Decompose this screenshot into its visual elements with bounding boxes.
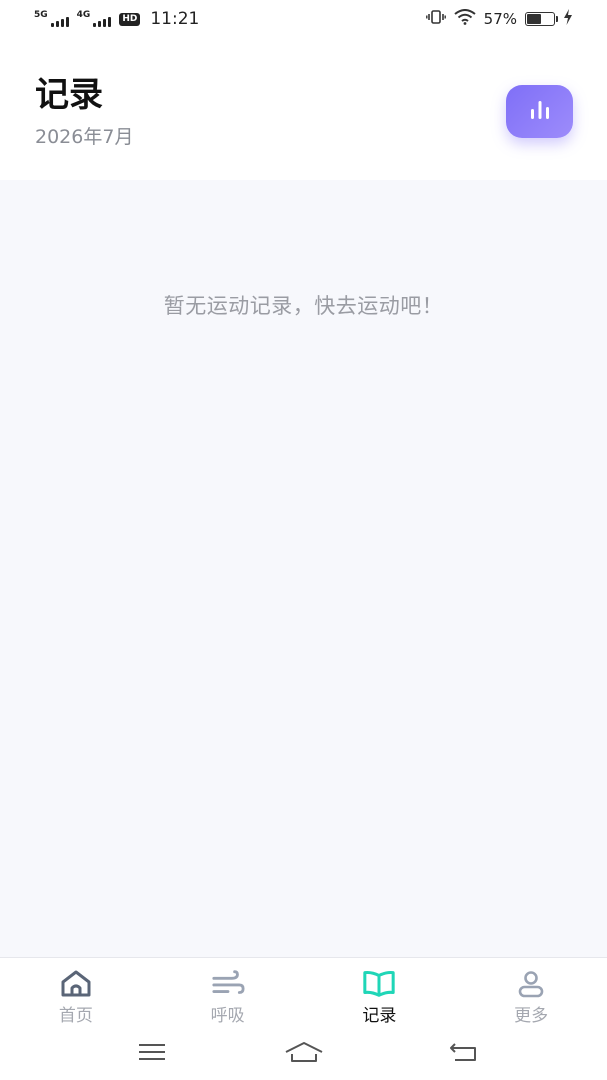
book-icon — [362, 969, 396, 999]
battery-fill — [527, 14, 541, 24]
nav-label-more: 更多 — [514, 1006, 549, 1026]
status-bar: 5G 4G HD 11:21 57% — [0, 0, 607, 38]
stats-button[interactable] — [506, 85, 573, 138]
battery-icon — [525, 12, 558, 26]
wifi-icon — [454, 9, 476, 29]
signal-4g-label: 4G — [76, 10, 91, 20]
home-gesture-icon[interactable] — [284, 1038, 324, 1066]
empty-state-message: 暂无运动记录，快去运动吧！ — [163, 294, 444, 318]
menu-icon[interactable] — [132, 1038, 172, 1066]
system-nav-bar — [0, 1028, 607, 1080]
battery-percent: 57% — [483, 10, 517, 28]
charging-icon — [563, 9, 573, 29]
nav-item-records[interactable]: 记录 — [304, 958, 456, 1028]
vibrate-icon — [425, 9, 446, 29]
nav-item-home[interactable]: 首页 — [0, 958, 152, 1028]
hd-voice-icon: HD — [119, 12, 141, 26]
page-header: 记录 2026年7月 — [0, 38, 607, 180]
nav-item-breath[interactable]: 呼吸 — [152, 958, 304, 1028]
app-screen: 5G 4G HD 11:21 57% 记录 2026年7月 暂无运动记录，快去运… — [0, 0, 607, 1080]
wind-icon — [211, 969, 245, 999]
back-icon[interactable] — [443, 1038, 483, 1066]
page-subtitle: 2026年7月 — [35, 126, 134, 148]
bottom-nav: 首页 呼吸 记录 更多 — [0, 957, 607, 1028]
status-right: 57% — [425, 9, 573, 29]
records-content: 暂无运动记录，快去运动吧！ — [0, 180, 607, 957]
bar-chart-icon — [527, 99, 553, 125]
signal-5g-icon: 5G — [34, 11, 69, 27]
nav-item-more[interactable]: 更多 — [455, 958, 607, 1028]
nav-label-breath: 呼吸 — [210, 1006, 245, 1026]
nav-label-records: 记录 — [362, 1006, 397, 1026]
home-icon — [59, 969, 93, 999]
user-icon — [514, 969, 548, 999]
page-title: 记录 — [35, 75, 103, 115]
nav-label-home: 首页 — [58, 1006, 93, 1026]
signal-4g-icon: 4G — [77, 11, 112, 27]
status-left: 5G 4G HD 11:21 — [34, 9, 199, 29]
status-time: 11:21 — [150, 9, 200, 29]
signal-5g-label: 5G — [34, 10, 48, 20]
